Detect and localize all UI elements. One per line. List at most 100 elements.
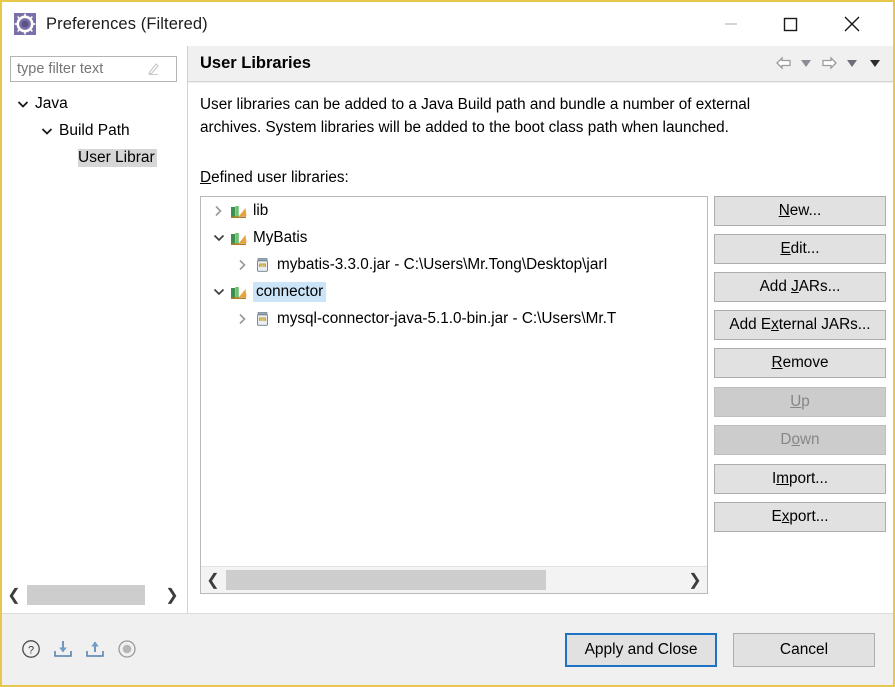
scrollbar-thumb[interactable]: [27, 585, 145, 605]
jar-icon: 010: [257, 311, 268, 326]
title-bar: Preferences (Filtered): [2, 2, 893, 46]
forward-dropdown-icon[interactable]: [842, 53, 862, 73]
up-button-label-rest: p: [801, 393, 810, 410]
mnemonic-letter: D: [200, 169, 212, 186]
add-jars-label-pre: Add: [759, 278, 792, 295]
cancel-button[interactable]: Cancel: [733, 633, 875, 667]
mnemonic-letter: m: [776, 470, 789, 487]
preferences-dialog: Preferences (Filtered) type filter text …: [0, 0, 895, 687]
add-external-jars-label-pre: Add E: [729, 316, 772, 333]
edit-button-label-rest: dit...: [790, 240, 820, 257]
down-button-label-rest: wn: [800, 431, 820, 448]
close-icon: [844, 16, 860, 32]
sidebar-item-java[interactable]: Java: [2, 90, 187, 117]
export-preferences-icon[interactable]: [84, 638, 106, 660]
new-button[interactable]: New...: [714, 196, 886, 226]
down-button[interactable]: Down: [714, 425, 886, 455]
minimize-button[interactable]: [708, 2, 754, 46]
chevron-left-icon[interactable]: ❮: [201, 567, 225, 593]
search-input[interactable]: [11, 58, 143, 80]
list-item[interactable]: 010 mybatis-3.3.0.jar - C:\Users\Mr.Tong…: [201, 251, 707, 278]
preference-page: User Libraries User libraries can be add…: [188, 46, 893, 613]
jar-icon: 010: [257, 257, 268, 272]
mnemonic-letter: x: [771, 316, 779, 333]
footer-icon-bar: ?: [20, 638, 138, 660]
page-toolbar: [773, 53, 885, 73]
list-item[interactable]: MyBatis: [201, 224, 707, 251]
dialog-footer: ? Apply and Close Cancel: [2, 613, 893, 685]
add-jars-label-rest: ARs...: [798, 278, 841, 295]
forward-icon[interactable]: [819, 53, 839, 73]
svg-text:010: 010: [260, 317, 265, 321]
defined-libraries-label: Defined user libraries:: [200, 169, 349, 187]
chevron-right-icon[interactable]: ❯: [160, 582, 184, 608]
up-button[interactable]: Up: [714, 387, 886, 417]
sidebar-item-label: User Librar: [78, 148, 157, 167]
import-button[interactable]: Import...: [714, 464, 886, 494]
svg-text:?: ?: [28, 644, 34, 656]
list-item[interactable]: connector: [201, 278, 707, 305]
user-library-icon: [231, 286, 247, 299]
down-button-label-pre: D: [780, 431, 792, 448]
scrollbar-thumb[interactable]: [226, 570, 546, 590]
list-item[interactable]: lib: [201, 197, 707, 224]
user-libraries-list[interactable]: lib MyBatis 010 mybatis-3.3.0.jar - C:\U…: [200, 196, 708, 594]
export-label-pre: E: [771, 508, 782, 525]
export-label-rest: port...: [789, 508, 829, 525]
chevron-right-icon[interactable]: [235, 257, 251, 273]
chevron-right-icon[interactable]: [235, 311, 251, 327]
chevron-down-icon[interactable]: [211, 230, 227, 246]
chevron-right-icon[interactable]: [211, 203, 227, 219]
mnemonic-letter: R: [771, 354, 783, 371]
sidebar-item-label: Build Path: [59, 121, 130, 139]
back-dropdown-icon[interactable]: [796, 53, 816, 73]
back-icon[interactable]: [773, 53, 793, 73]
export-button[interactable]: Export...: [714, 502, 886, 532]
edit-button[interactable]: Edit...: [714, 234, 886, 264]
add-external-jars-button[interactable]: Add External JARs...: [714, 310, 886, 340]
library-label: mybatis-3.3.0.jar - C:\Users\Mr.Tong\Des…: [277, 255, 608, 273]
preferences-gear-icon: [14, 13, 36, 35]
maximize-button[interactable]: [767, 2, 813, 46]
sidebar-item-build-path[interactable]: Build Path: [2, 117, 187, 144]
mnemonic-letter: U: [790, 393, 802, 410]
nav-horizontal-scrollbar[interactable]: ❮ ❯: [2, 581, 184, 609]
chevron-right-icon[interactable]: ❯: [683, 567, 707, 593]
remove-button-label-rest: emove: [782, 354, 829, 371]
add-jars-button[interactable]: Add JARs...: [714, 272, 886, 302]
clear-filter-icon[interactable]: [145, 61, 161, 77]
navigation-panel: Java Build Path User Librar ❮ ❯: [2, 46, 187, 613]
maximize-icon: [783, 17, 798, 32]
apply-and-close-button[interactable]: Apply and Close: [565, 633, 717, 667]
defined-libraries-label-rest: efined user libraries:: [211, 169, 349, 186]
preferences-tree[interactable]: Java Build Path User Librar: [2, 90, 187, 570]
chevron-down-icon[interactable]: [211, 284, 227, 300]
sidebar-item-user-libraries[interactable]: User Librar: [2, 144, 187, 171]
remove-button[interactable]: Remove: [714, 348, 886, 378]
dialog-body: Java Build Path User Librar ❮ ❯: [2, 46, 893, 613]
page-description: User libraries can be added to a Java Bu…: [200, 96, 751, 136]
list-item[interactable]: 010 mysql-connector-java-5.1.0-bin.jar -…: [201, 305, 707, 332]
user-library-icon: [231, 232, 247, 245]
menu-dropdown-icon[interactable]: [865, 53, 885, 73]
add-external-jars-label-rest: ternal JARs...: [778, 316, 871, 333]
chevron-down-icon[interactable]: [16, 97, 30, 111]
library-horizontal-scrollbar[interactable]: ❮ ❯: [201, 566, 707, 593]
help-icon[interactable]: ?: [20, 638, 42, 660]
library-actions: New... Edit... Add JARs... Add External …: [714, 196, 886, 540]
close-button[interactable]: [829, 2, 875, 46]
library-label: connector: [253, 281, 327, 302]
chevron-down-icon[interactable]: [40, 124, 54, 138]
mnemonic-letter: E: [780, 240, 791, 257]
page-title: User Libraries: [200, 54, 311, 72]
footer-buttons: Apply and Close Cancel: [565, 633, 875, 667]
mnemonic-letter: o: [791, 431, 800, 448]
import-label-rest: port...: [788, 470, 829, 487]
chevron-left-icon[interactable]: ❮: [2, 582, 26, 608]
page-content: User libraries can be added to a Java Bu…: [188, 83, 893, 613]
restore-defaults-icon[interactable]: [116, 638, 138, 660]
page-header: User Libraries: [188, 46, 893, 82]
import-preferences-icon[interactable]: [52, 638, 74, 660]
library-tree[interactable]: lib MyBatis 010 mybatis-3.3.0.jar - C:\U…: [201, 197, 707, 565]
filter-box[interactable]: [10, 56, 177, 82]
